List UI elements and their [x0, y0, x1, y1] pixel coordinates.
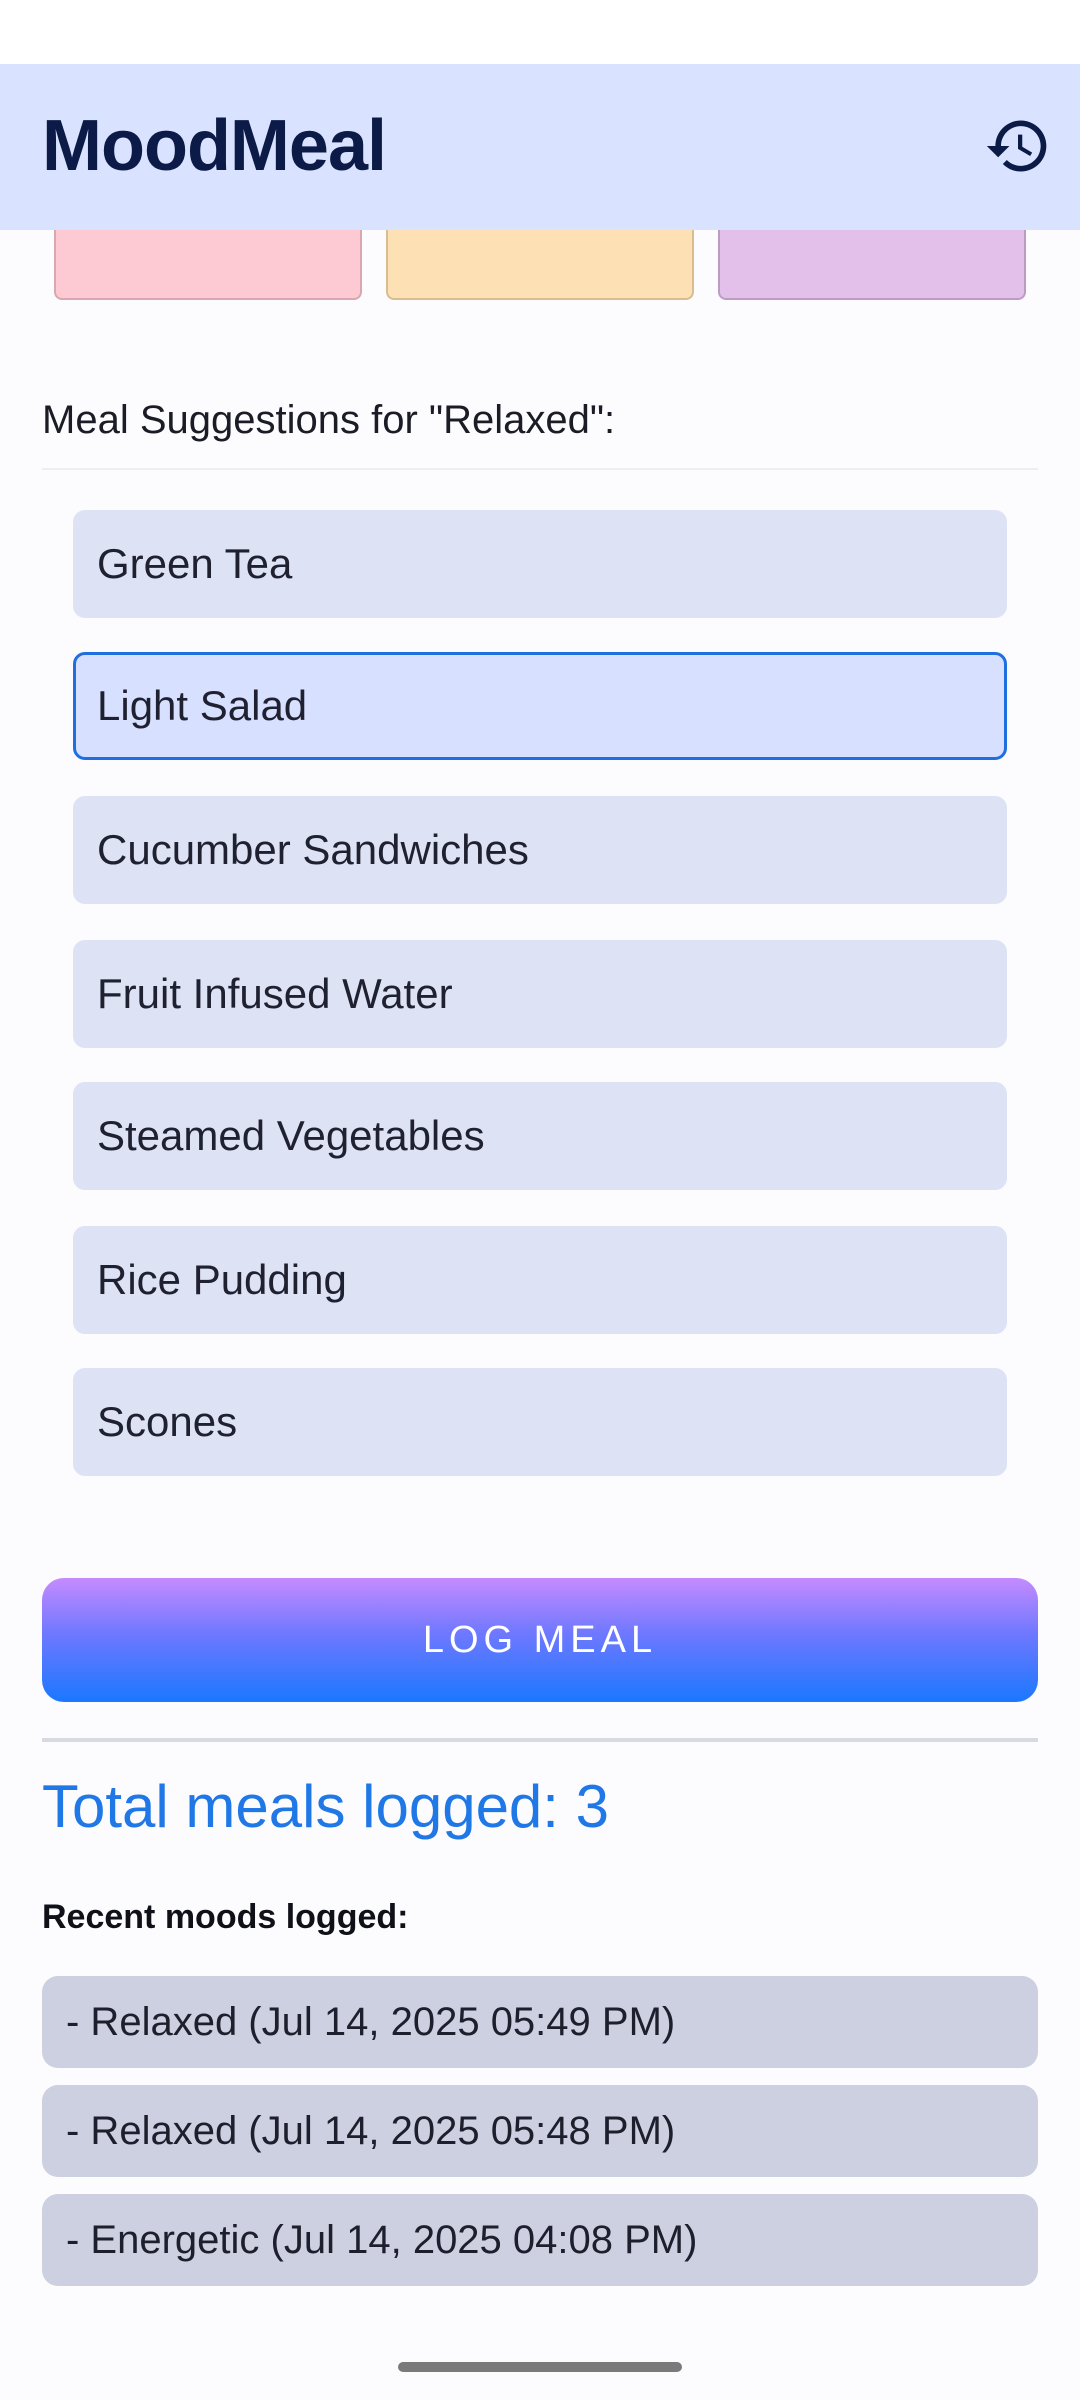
recent-mood-item: - Relaxed (Jul 14, 2025 05:48 PM) [42, 2085, 1038, 2177]
meal-option-cucumber-sandwiches[interactable]: Cucumber Sandwiches [73, 796, 1007, 904]
meal-option-light-salad[interactable]: Light Salad [73, 652, 1007, 760]
suggestions-title: Meal Suggestions for "Relaxed": [42, 398, 616, 442]
meal-option-rice-pudding[interactable]: Rice Pudding [73, 1226, 1007, 1334]
app-header: MoodMeal [0, 64, 1080, 230]
main-content: Meal Suggestions for "Relaxed": Green Te… [0, 230, 1080, 2400]
meal-option-steamed-vegetables[interactable]: Steamed Vegetables [73, 1082, 1007, 1190]
meal-option-green-tea[interactable]: Green Tea [73, 510, 1007, 618]
mood-chip[interactable] [718, 230, 1026, 300]
home-indicator[interactable] [398, 2362, 682, 2372]
history-icon [986, 120, 1047, 172]
total-meals-count: Total meals logged: 3 [42, 1773, 610, 1840]
history-button[interactable] [978, 106, 1058, 186]
app-title: MoodMeal [42, 106, 387, 186]
mood-selector-row [0, 230, 1080, 300]
mood-chip[interactable] [54, 230, 362, 300]
meal-option-scones[interactable]: Scones [73, 1368, 1007, 1476]
log-meal-button[interactable]: LOG MEAL [42, 1578, 1038, 1702]
recent-mood-item: - Energetic (Jul 14, 2025 04:08 PM) [42, 2194, 1038, 2286]
mood-chip[interactable] [386, 230, 694, 300]
meal-option-fruit-infused-water[interactable]: Fruit Infused Water [73, 940, 1007, 1048]
status-bar [0, 0, 1080, 64]
meal-suggestions-list[interactable]: Green Tea Light Salad Cucumber Sandwiche… [42, 470, 1038, 1742]
recent-moods-label: Recent moods logged: [42, 1898, 409, 1936]
recent-mood-item: - Relaxed (Jul 14, 2025 05:49 PM) [42, 1976, 1038, 2068]
